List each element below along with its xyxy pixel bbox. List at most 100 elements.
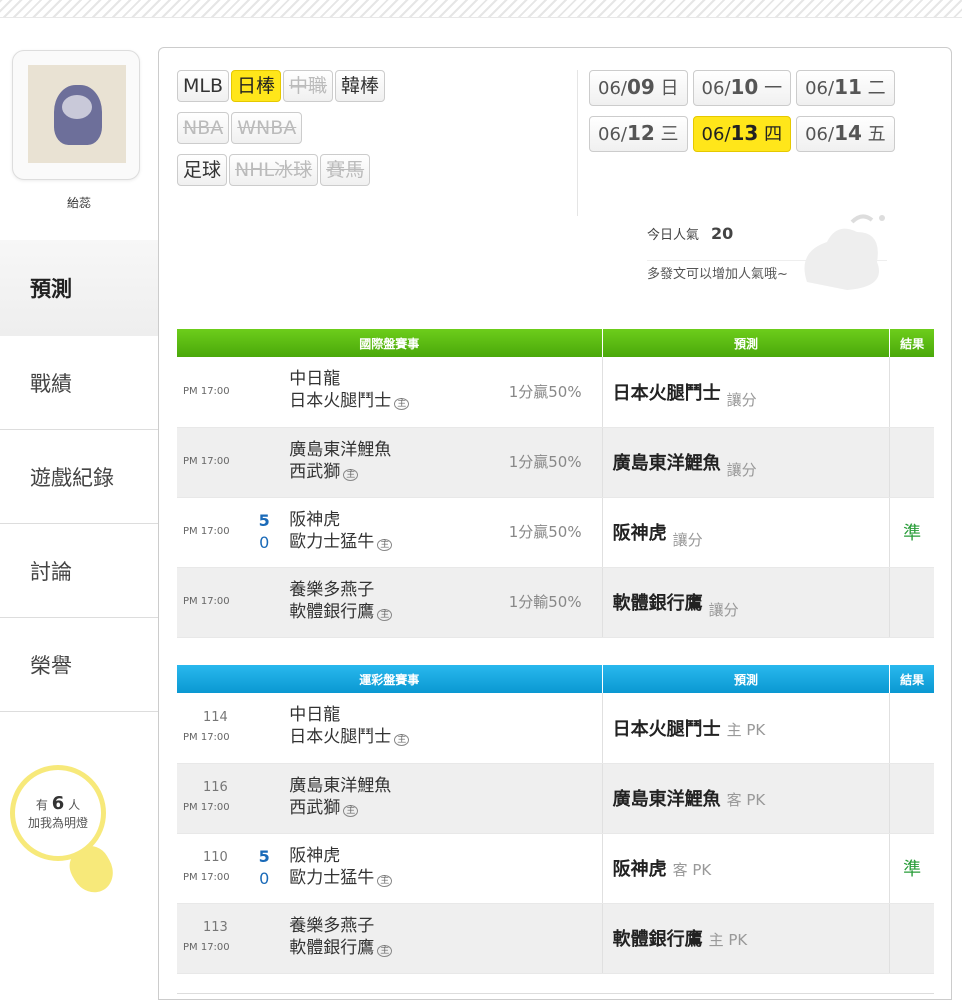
result-cell [889, 427, 934, 498]
league-tab-6[interactable]: 足球 [177, 154, 228, 186]
league-tab-3[interactable]: 韓棒 [335, 70, 386, 102]
league-tab-8[interactable]: 賽馬 [320, 154, 371, 186]
game-time: PM 17:00 [183, 385, 230, 397]
score-cell [239, 357, 290, 428]
fans-badge[interactable]: 有 6 人 加我為明燈 [10, 765, 121, 905]
score-cell [239, 693, 290, 764]
odds-cell: 1分贏50% [479, 427, 603, 498]
nav-item-4[interactable]: 榮譽 [0, 618, 158, 712]
prediction-team[interactable]: 廣島東洋鯉魚 [613, 789, 721, 810]
team2-wrap: 歐力士猛牛主 [289, 531, 480, 556]
prediction-team[interactable]: 日本火腿鬥士 [613, 719, 721, 740]
intl-games-table: 國際盤賽事 預測 結果 PM 17:00 中日龍 日本火腿鬥士主 1分贏50% 日本火腿… [177, 329, 934, 638]
team2-name[interactable]: 軟體銀行鷹 [289, 602, 374, 622]
league-tab-2[interactable]: 中職 [283, 70, 334, 102]
teams-cell: 阪神虎 歐力士猛牛主 [289, 497, 480, 568]
lottery-header-event: 運彩盤賽事 [177, 665, 603, 693]
game-time: PM 17:00 [183, 802, 230, 813]
odds-cell [479, 763, 603, 834]
prediction-cell: 阪神虎客 PK [601, 833, 890, 904]
table-row: 110 PM 17:00 5 0 阪神虎 歐力士猛牛主阪神虎客 PK 準 [177, 833, 934, 904]
league-tab-0[interactable]: MLB [177, 70, 230, 102]
prediction-team[interactable]: 軟體銀行鷹 [613, 929, 703, 950]
top-decoration [0, 0, 962, 18]
time-cell: 110 PM 17:00 [177, 833, 240, 904]
sidebar: 紿蕊 預測 戰績 遊戲紀錄 討論 榮譽 有 6 人 加我為明燈 [0, 18, 158, 1000]
teams-cell: 廣島東洋鯉魚 西武獅主 [289, 763, 480, 834]
date-day: 11 [834, 75, 862, 99]
teams-cell: 中日龍 日本火腿鬥士主 [289, 693, 480, 764]
time-cell: 113 PM 17:00 [177, 903, 240, 974]
league-tab-5[interactable]: WNBA [231, 112, 303, 144]
date-tab-2[interactable]: 06/11 二 [796, 70, 895, 106]
result-cell: 準 [889, 497, 934, 568]
team1-name[interactable]: 養樂多燕子 [289, 579, 480, 601]
date-tab-5[interactable]: 06/14 五 [796, 116, 895, 152]
teams-cell: 廣島東洋鯉魚 西武獅主 [289, 427, 480, 498]
nav-item-3[interactable]: 討論 [0, 524, 158, 618]
teams-cell: 養樂多燕子 軟體銀行鷹主 [289, 567, 480, 638]
main-panel: MLB 日棒 中職 韓棒 NBA WNBA 足球 NHL冰球 賽馬 06/09 日 06/10 一… [158, 47, 952, 1000]
team1-name[interactable]: 養樂多燕子 [289, 915, 480, 937]
result-cell [889, 763, 934, 834]
date-day: 10 [730, 75, 759, 99]
date-tab-3[interactable]: 06/12 三 [589, 116, 688, 152]
prediction-type: 讓分 [726, 461, 757, 479]
score-team1: 5 [258, 511, 270, 530]
date-tab-1[interactable]: 06/10 一 [692, 70, 792, 106]
date-day: 12 [626, 121, 655, 145]
league-tab-1[interactable]: 日棒 [231, 70, 282, 102]
team1-name[interactable]: 廣島東洋鯉魚 [289, 439, 480, 461]
nav-item-0[interactable]: 預測 [0, 240, 158, 336]
league-filter: MLB 日棒 中職 韓棒 NBA WNBA 足球 NHL冰球 賽馬 [177, 70, 557, 196]
prediction-team[interactable]: 阪神虎 [613, 859, 667, 880]
popularity-label: 今日人氣 [647, 228, 700, 243]
team2-wrap: 軟體銀行鷹主 [289, 601, 480, 626]
date-tab-0[interactable]: 06/09 日 [589, 70, 688, 106]
date-weekday: 五 [867, 124, 886, 145]
table-row: 114 PM 17:00 中日龍 日本火腿鬥士主日本火腿鬥士主 PK [177, 693, 934, 764]
time-cell: PM 17:00 [177, 497, 240, 568]
league-tab-4[interactable]: NBA [177, 112, 230, 144]
team2-wrap: 西武獅主 [289, 461, 480, 486]
team2-name[interactable]: 西武獅 [289, 462, 340, 482]
team2-name[interactable]: 歐力士猛牛 [289, 868, 374, 888]
team1-name[interactable]: 阪神虎 [289, 509, 480, 531]
result-cell [889, 567, 934, 638]
intl-header-pred: 預測 [602, 329, 891, 357]
prediction-type: 客 PK [672, 861, 712, 879]
team2-wrap: 歐力士猛牛主 [289, 867, 480, 892]
username[interactable]: 紿蕊 [0, 194, 158, 211]
score-team1: 5 [258, 847, 270, 866]
nav-item-2[interactable]: 遊戲紀錄 [0, 430, 158, 524]
host-badge: 主 [343, 468, 359, 481]
team2-name[interactable]: 日本火腿鬥士 [289, 391, 391, 411]
teams-cell: 中日龍 日本火腿鬥士主 [289, 357, 480, 428]
bottom-divider [177, 993, 934, 994]
game-number: 114 [203, 709, 228, 725]
date-day: 13 [730, 121, 759, 145]
team1-name[interactable]: 阪神虎 [289, 845, 480, 867]
avatar[interactable] [12, 50, 140, 180]
odds-line2: 1分贏50% [508, 382, 582, 401]
prediction-team[interactable]: 軟體銀行鷹 [613, 593, 703, 614]
prediction-type: 讓分 [708, 601, 739, 619]
team1-name[interactable]: 廣島東洋鯉魚 [289, 775, 480, 797]
date-tab-4[interactable]: 06/13 四 [692, 116, 792, 152]
prediction-team[interactable]: 廣島東洋鯉魚 [613, 453, 721, 474]
odds-line2: 1分輸50% [508, 593, 582, 611]
nav-item-1[interactable]: 戰績 [0, 336, 158, 430]
result-cell [889, 903, 934, 974]
time-cell: PM 17:00 [177, 357, 240, 428]
team1-name[interactable]: 中日龍 [289, 704, 480, 726]
date-month: 06/ [701, 124, 731, 145]
team1-name[interactable]: 中日龍 [289, 368, 480, 390]
teams-cell: 養樂多燕子 軟體銀行鷹主 [289, 903, 480, 974]
team2-name[interactable]: 歐力士猛牛 [289, 532, 374, 552]
team2-name[interactable]: 西武獅 [289, 798, 340, 818]
team2-name[interactable]: 軟體銀行鷹 [289, 938, 374, 958]
prediction-team[interactable]: 阪神虎 [613, 523, 667, 544]
league-tab-7[interactable]: NHL冰球 [229, 154, 319, 186]
prediction-team[interactable]: 日本火腿鬥士 [613, 383, 721, 404]
team2-name[interactable]: 日本火腿鬥士 [289, 727, 391, 747]
